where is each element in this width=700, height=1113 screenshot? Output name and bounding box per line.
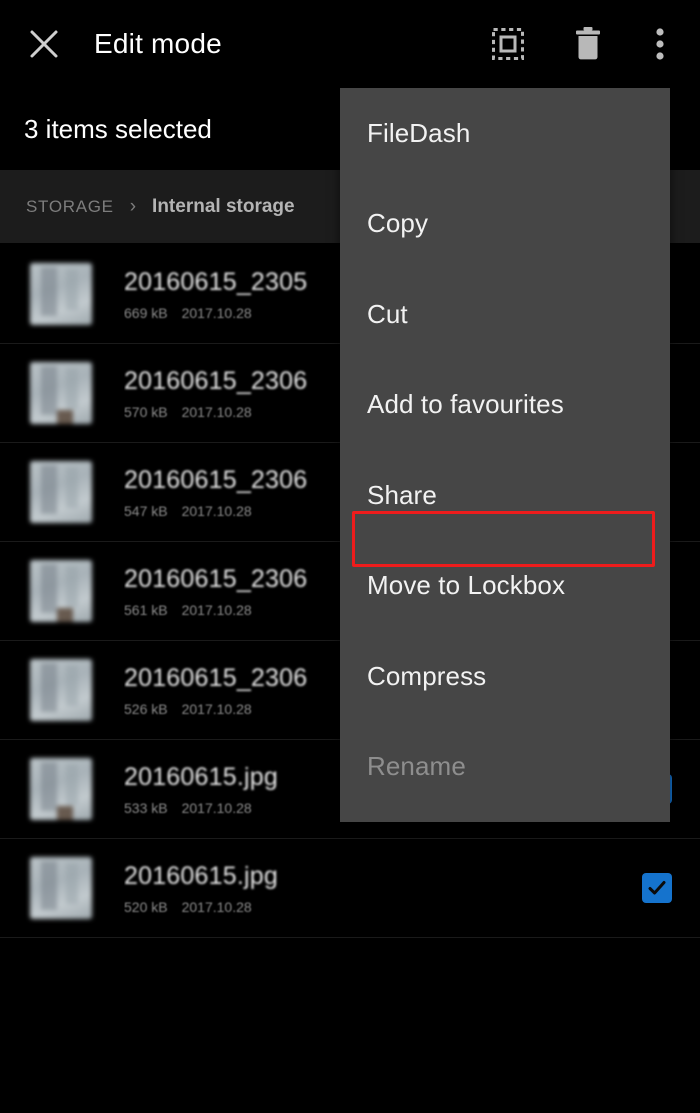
row-checkbox[interactable]	[642, 873, 672, 903]
menu-item-cut[interactable]: Cut	[340, 269, 670, 360]
overflow-dropdown-menu[interactable]: FileDash Copy Cut Add to favourites Shar…	[340, 88, 670, 822]
file-date: 2017.10.28	[181, 700, 252, 717]
file-date: 2017.10.28	[181, 799, 252, 816]
file-size: 669 kB	[124, 304, 168, 321]
file-thumbnail	[30, 857, 92, 919]
overflow-menu-button[interactable]	[640, 18, 680, 70]
file-thumbnail	[30, 560, 92, 622]
menu-item-details[interactable]: Details	[340, 812, 670, 822]
file-date: 2017.10.28	[181, 502, 252, 519]
file-date: 2017.10.28	[181, 601, 252, 618]
file-thumbnail	[30, 362, 92, 424]
file-name: 20160615.jpg	[124, 861, 278, 890]
file-thumbnail	[30, 758, 92, 820]
menu-item-compress[interactable]: Compress	[340, 631, 670, 722]
file-date: 2017.10.28	[181, 304, 252, 321]
page-title: Edit mode	[94, 28, 222, 59]
file-size: 520 kB	[124, 898, 168, 915]
selected-items-count: 3 items selected	[24, 113, 212, 144]
select-all-icon	[491, 27, 525, 61]
file-date: 2017.10.28	[181, 898, 252, 915]
file-date: 2017.10.28	[181, 403, 252, 420]
top-app-bar: Edit mode	[0, 0, 700, 88]
file-thumbnail	[30, 461, 92, 523]
select-all-button[interactable]	[482, 18, 534, 70]
file-thumbnail	[30, 659, 92, 721]
overflow-menu-icon	[655, 27, 665, 61]
file-size: 570 kB	[124, 403, 168, 420]
table-row[interactable]: 20160615.jpg 520 kB 2017.10.28	[0, 839, 700, 938]
trash-icon	[572, 26, 604, 62]
file-meta: 20160615.jpg 520 kB 2017.10.28	[124, 862, 700, 915]
delete-button[interactable]	[562, 18, 614, 70]
file-size: 561 kB	[124, 601, 168, 618]
chevron-right-icon: ›	[129, 196, 137, 217]
app-bar-actions	[482, 0, 700, 88]
file-size: 533 kB	[124, 799, 168, 816]
close-button[interactable]	[22, 22, 66, 66]
breadcrumb-item-storage[interactable]: STORAGE	[26, 197, 114, 217]
menu-item-share[interactable]: Share	[340, 450, 670, 541]
file-thumbnail	[30, 263, 92, 325]
breadcrumb-item-internal-storage[interactable]: Internal storage	[152, 196, 295, 218]
file-size: 547 kB	[124, 502, 168, 519]
menu-item-move-to-lockbox[interactable]: Move to Lockbox	[340, 541, 670, 632]
menu-item-add-to-favourites[interactable]: Add to favourites	[340, 360, 670, 451]
menu-item-rename: Rename	[367, 751, 466, 782]
close-icon	[27, 27, 61, 61]
file-subtitle: 520 kB 2017.10.28	[124, 899, 700, 915]
file-size: 526 kB	[124, 700, 168, 717]
menu-item-filedash[interactable]: FileDash	[340, 88, 670, 179]
menu-item-copy[interactable]: Copy	[340, 179, 670, 270]
